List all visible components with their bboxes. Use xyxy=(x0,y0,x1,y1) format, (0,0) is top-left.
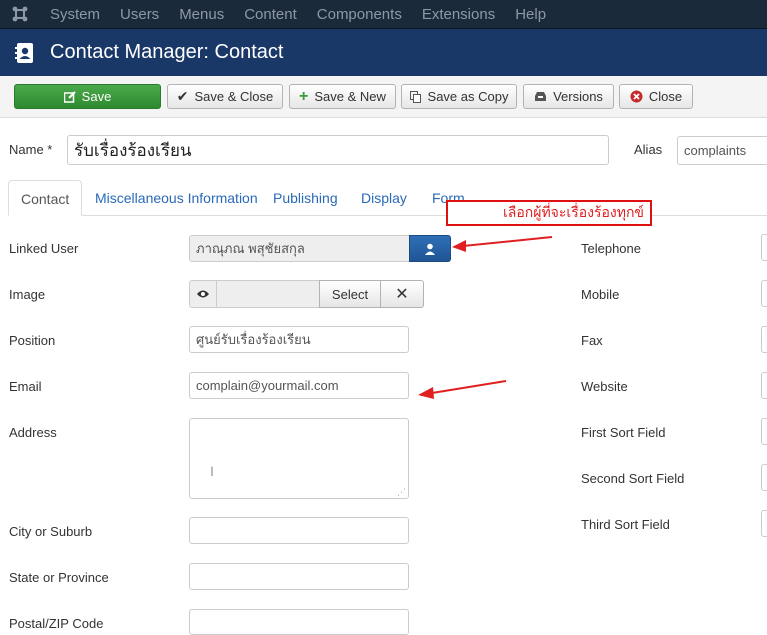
image-select-button[interactable]: Select xyxy=(319,280,381,308)
postal-label: Postal/ZIP Code xyxy=(9,616,104,631)
annotation-callout: เลือกผู้ที่จะเรื่องร้องทุกข์ xyxy=(446,200,652,226)
telephone-field[interactable] xyxy=(761,234,767,261)
clear-x-icon: ✕ xyxy=(395,286,409,303)
close-button[interactable]: Close xyxy=(619,84,693,109)
arrow-to-email xyxy=(418,380,507,399)
close-circle-icon xyxy=(630,90,643,103)
save-close-button[interactable]: ✔ Save & Close xyxy=(167,84,283,109)
save-new-label: Save & New xyxy=(314,89,386,104)
alias-label: Alias xyxy=(634,142,663,157)
image-preview-button[interactable] xyxy=(189,280,217,308)
second-sort-field[interactable] xyxy=(761,464,767,491)
toolbar: Save ✔ Save & Close + Save & New Save as… xyxy=(0,76,767,118)
image-label: Image xyxy=(9,287,46,302)
position-label: Position xyxy=(9,333,56,348)
joomla-logo-icon[interactable] xyxy=(0,0,40,29)
save-copy-button[interactable]: Save as Copy xyxy=(401,84,517,109)
resize-handle-icon[interactable]: ⋰ xyxy=(397,487,406,498)
plus-icon: + xyxy=(299,87,309,105)
check-icon: ✔ xyxy=(176,88,189,104)
nav-system[interactable]: System xyxy=(40,0,110,29)
top-navigation: System Users Menus Content Components Ex… xyxy=(0,0,767,29)
versions-button[interactable]: Versions xyxy=(523,84,614,109)
fax-label: Fax xyxy=(581,333,603,348)
archive-icon xyxy=(535,92,547,101)
third-sort-label: Third Sort Field xyxy=(581,517,670,532)
linked-user-field: ภาณุภณ พสุชัยสกุล xyxy=(189,235,410,262)
close-label: Close xyxy=(648,89,683,104)
eye-icon xyxy=(197,290,209,298)
nav-extensions[interactable]: Extensions xyxy=(412,0,505,29)
save-label: Save xyxy=(81,89,112,104)
save-new-button[interactable]: + Save & New xyxy=(289,84,396,109)
save-close-label: Save & Close xyxy=(194,89,274,104)
address-textarea[interactable]: I ⋰ xyxy=(189,418,409,499)
position-field[interactable]: ศูนย์รับเรื่องร้องเรียน xyxy=(189,326,409,353)
copy-icon xyxy=(409,90,421,103)
website-label: Website xyxy=(581,379,628,394)
telephone-label: Telephone xyxy=(581,241,641,256)
third-sort-field[interactable] xyxy=(761,510,767,537)
linked-user-label: Linked User xyxy=(9,241,79,256)
user-icon xyxy=(425,243,435,255)
arrow-to-user-button xyxy=(452,236,553,252)
title-bar: Contact Manager: Contact xyxy=(0,29,767,76)
email-field[interactable]: complain@yourmail.com xyxy=(189,372,409,399)
image-clear-button[interactable]: ✕ xyxy=(380,280,424,308)
save-copy-label: Save as Copy xyxy=(427,89,509,104)
image-path-field xyxy=(216,280,320,308)
versions-label: Versions xyxy=(553,89,603,104)
first-sort-field[interactable] xyxy=(761,418,767,445)
tab-display[interactable]: Display xyxy=(349,180,419,216)
city-field[interactable] xyxy=(189,517,409,544)
edit-icon xyxy=(63,90,76,103)
tab-contact[interactable]: Contact xyxy=(8,180,83,216)
first-sort-label: First Sort Field xyxy=(581,425,666,440)
nav-menus[interactable]: Menus xyxy=(169,0,234,29)
postal-field[interactable] xyxy=(189,609,409,635)
address-book-icon xyxy=(15,42,33,63)
nav-users[interactable]: Users xyxy=(110,0,169,29)
nav-content[interactable]: Content xyxy=(234,0,307,29)
alias-field[interactable]: complaints xyxy=(677,136,767,165)
name-label: Name * xyxy=(9,142,53,157)
city-label: City or Suburb xyxy=(9,524,93,539)
nav-components[interactable]: Components xyxy=(307,0,412,29)
second-sort-label: Second Sort Field xyxy=(581,471,685,486)
annotation-text: เลือกผู้ที่จะเรื่องร้องทุกข์ xyxy=(503,204,644,220)
state-field[interactable] xyxy=(189,563,409,590)
fax-field[interactable] xyxy=(761,326,767,353)
tab-bar: Contact Miscellaneous Information Publis… xyxy=(8,180,767,216)
tab-publishing[interactable]: Publishing xyxy=(261,180,350,216)
website-field[interactable] xyxy=(761,372,767,399)
name-field[interactable]: รับเรื่องร้องเรียน xyxy=(67,135,609,165)
text-cursor-icon: I xyxy=(210,463,214,479)
image-select-label: Select xyxy=(331,286,369,302)
state-label: State or Province xyxy=(9,570,109,585)
nav-help[interactable]: Help xyxy=(505,0,556,29)
email-label: Email xyxy=(9,379,42,394)
address-label: Address xyxy=(9,425,57,440)
mobile-field[interactable] xyxy=(761,280,767,307)
select-user-button[interactable] xyxy=(409,235,451,262)
tab-miscellaneous[interactable]: Miscellaneous Information xyxy=(83,180,270,216)
mobile-label: Mobile xyxy=(581,287,620,302)
save-button[interactable]: Save xyxy=(14,84,161,109)
page-title: Contact Manager: Contact xyxy=(50,41,284,63)
